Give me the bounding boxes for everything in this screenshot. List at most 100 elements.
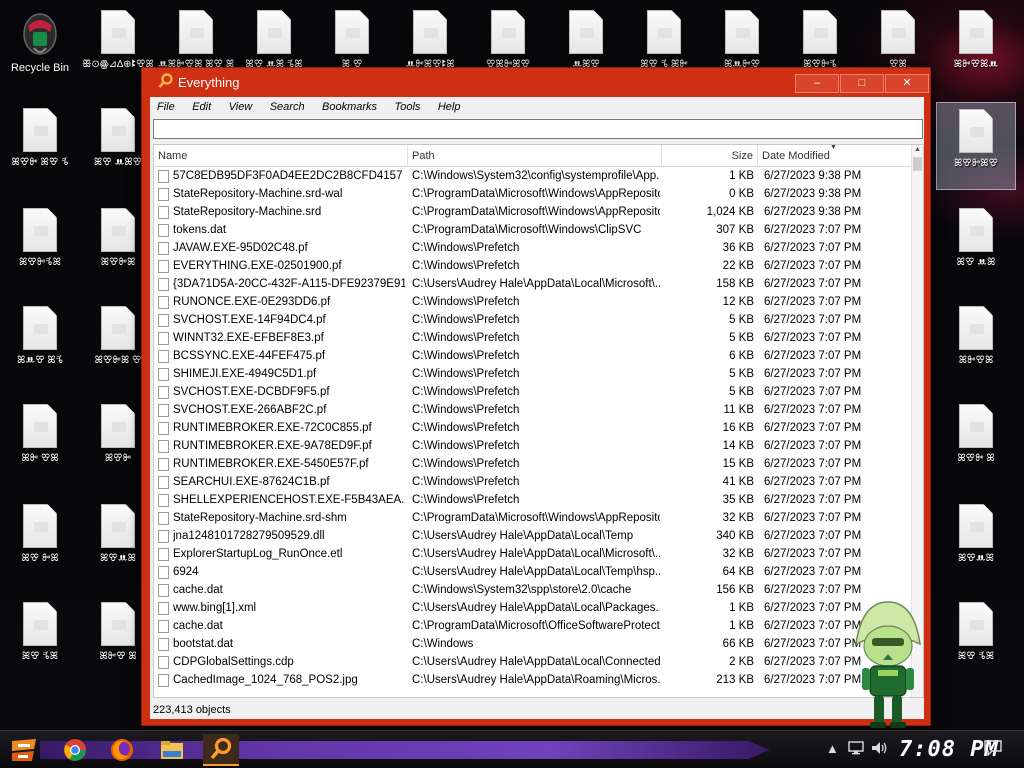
- table-row[interactable]: 57C8EDB95DF3F0AD4EE2DC2B8CFD4157 C:\Windo…: [154, 168, 912, 186]
- taskbar-file-explorer[interactable]: [154, 734, 190, 766]
- file-icon: [413, 10, 447, 54]
- menu-bookmarks[interactable]: Bookmarks: [315, 97, 383, 113]
- table-row[interactable]: RUNTIMEBROKER.EXE-5450E57F.pf C:\Windows\…: [154, 456, 912, 474]
- minimize-button[interactable]: –: [795, 74, 839, 93]
- row-name: RUNTIMEBROKER.EXE-72C0C855.pf: [173, 422, 372, 434]
- close-button[interactable]: ✕: [885, 74, 929, 93]
- table-row[interactable]: StateRepository-Machine.srd-wal C:\Progra…: [154, 186, 912, 204]
- file-icon: [101, 404, 135, 448]
- file-icon: [158, 548, 169, 561]
- table-row[interactable]: RUNTIMEBROKER.EXE-9A78ED9F.pf C:\Windows\…: [154, 438, 912, 456]
- network-icon[interactable]: [848, 741, 864, 758]
- table-row[interactable]: SEARCHUI.EXE-87624C1B.pf C:\Windows\Prefe…: [154, 474, 912, 492]
- table-row[interactable]: jna1248101728279509529.dll C:\Users\Audre…: [154, 528, 912, 546]
- row-name: SVCHOST.EXE-DCBDF9F5.pf: [173, 386, 330, 398]
- table-row[interactable]: BCSSYNC.EXE-44FEF475.pf C:\Windows\Prefet…: [154, 348, 912, 366]
- table-row[interactable]: RUNONCE.EXE-0E293DD6.pf C:\Windows\Prefet…: [154, 294, 912, 312]
- table-row[interactable]: cache.dat C:\ProgramData\Microsoft\Office…: [154, 618, 912, 636]
- menu-view[interactable]: View: [222, 97, 259, 113]
- desktop-icon-file[interactable]: ꕤꕢ ꕦꕤ: [0, 596, 80, 684]
- row-name: CachedImage_1024_768_POS2.jpg: [173, 674, 358, 686]
- row-name: {3DA71D5A-20CC-432F-A115-DFE92379E91F}..…: [173, 278, 405, 290]
- file-icon: [158, 458, 169, 471]
- table-row[interactable]: StateRepository-Machine.srd C:\ProgramDat…: [154, 204, 912, 222]
- taskbar-decoration: [40, 741, 770, 759]
- scrollbar-thumb[interactable]: [913, 157, 922, 171]
- table-row[interactable]: SHIMEJI.EXE-4949C5D1.pf C:\Windows\Prefet…: [154, 366, 912, 384]
- row-date-modified: 6/27/2023 7:07 PM: [764, 404, 862, 416]
- desktop-icon-file[interactable]: ꕤꔻꕢꕤꔚ: [936, 4, 1016, 92]
- file-icon: [101, 208, 135, 252]
- tray-chevron-up-icon[interactable]: ▲: [826, 741, 839, 756]
- desktop-icon-label: ꕤꔻꕢꕤꔚ: [953, 59, 999, 70]
- column-header-size[interactable]: Size: [662, 145, 758, 167]
- table-row[interactable]: 6924 C:\Users\Audrey Hale\AppData\Local\T…: [154, 564, 912, 582]
- row-date-modified: 6/27/2023 7:07 PM: [764, 260, 862, 272]
- desktop-icon-file[interactable]: ꕤꔻ ꕢꕤ: [0, 398, 80, 486]
- table-row[interactable]: bootstat.dat C:\Windows 66 KB 6/27/2023 7:0…: [154, 636, 912, 654]
- taskbar-chrome[interactable]: [57, 734, 93, 766]
- menu-edit[interactable]: Edit: [185, 97, 217, 113]
- table-row[interactable]: SVCHOST.EXE-266ABF2C.pf C:\Windows\Prefet…: [154, 402, 912, 420]
- menu-help[interactable]: Help: [431, 97, 467, 113]
- table-row[interactable]: SVCHOST.EXE-14F94DC4.pf C:\Windows\Prefet…: [154, 312, 912, 330]
- notifications-icon[interactable]: [984, 740, 1002, 759]
- title-bar[interactable]: Everything – □ ✕: [142, 68, 930, 96]
- row-path: C:\Windows\Prefetch: [412, 422, 520, 434]
- desktop-icon-file[interactable]: ꕤꔻꕢꕤ: [936, 300, 1016, 388]
- maximize-button[interactable]: □: [840, 74, 884, 93]
- row-path: C:\Windows\Prefetch: [412, 260, 520, 272]
- table-row[interactable]: EVERYTHING.EXE-02501900.pf C:\Windows\Pre…: [154, 258, 912, 276]
- volume-icon[interactable]: [871, 741, 889, 758]
- row-size: 64 KB: [722, 566, 754, 578]
- file-icon: [158, 422, 169, 435]
- desktop-icon-file-selected[interactable]: ꕤꕢꔻꕤꕢ: [936, 102, 1016, 190]
- desktop-icon-file[interactable]: ꕤꕢꔻ ꕤꕢ ꕦ: [0, 102, 80, 190]
- desktop-icon-file[interactable]: ꕤꕢꔚꕤ: [936, 498, 1016, 586]
- table-row[interactable]: WINNT32.EXE-EFBEF8E3.pf C:\Windows\Prefet…: [154, 330, 912, 348]
- desktop-icon-file[interactable]: ꕤꕢꔻꕦꕤ: [0, 202, 80, 290]
- file-icon: [959, 504, 993, 548]
- table-row[interactable]: SVCHOST.EXE-DCBDF9F5.pf C:\Windows\Prefet…: [154, 384, 912, 402]
- row-path: C:\ProgramData\Microsoft\Windows\AppRepo…: [412, 206, 660, 218]
- desktop-icon-file[interactable]: ꕤꕢ ꕦꕤ: [936, 596, 1016, 684]
- table-row[interactable]: ExplorerStartupLog_RunOnce.etl C:\Users\A…: [154, 546, 912, 564]
- desktop-mascot[interactable]: [848, 596, 928, 730]
- table-row[interactable]: {3DA71D5A-20CC-432F-A115-DFE92379E91F}..…: [154, 276, 912, 294]
- start-button[interactable]: [6, 734, 42, 766]
- menu-file[interactable]: File: [150, 97, 181, 113]
- row-name: JAVAW.EXE-95D02C48.pf: [173, 242, 308, 254]
- desktop-icon-file[interactable]: ꕤꕢ ꔚꕤ: [936, 202, 1016, 290]
- file-icon: [158, 296, 169, 309]
- table-row[interactable]: www.bing[1].xml C:\Users\Audrey Hale\AppD…: [154, 600, 912, 618]
- table-row[interactable]: cache.dat C:\Windows\System32\spp\store\2…: [154, 582, 912, 600]
- file-icon: [101, 504, 135, 548]
- desktop-icon-file[interactable]: ꕤꔚꕢ ꕤꕦ: [0, 300, 80, 388]
- desktop-icon-label: Recycle Bin: [10, 63, 70, 74]
- scroll-up-icon[interactable]: ▲: [914, 146, 921, 153]
- file-icon: [23, 108, 57, 152]
- taskbar-everything[interactable]: [203, 734, 239, 766]
- table-row[interactable]: CDPGlobalSettings.cdp C:\Users\Audrey Hal…: [154, 654, 912, 672]
- table-row[interactable]: CachedImage_1024_768_POS2.jpg C:\Users\Au…: [154, 672, 912, 690]
- row-path: C:\Users\Audrey Hale\AppData\Roaming\Mic…: [412, 674, 660, 686]
- column-header-path[interactable]: Path: [408, 145, 662, 167]
- row-name: tokens.dat: [173, 224, 227, 236]
- file-icon: [101, 108, 135, 152]
- table-row[interactable]: StateRepository-Machine.srd-shm C:\Progra…: [154, 510, 912, 528]
- row-path: C:\Windows\Prefetch: [412, 242, 520, 254]
- menu-tools[interactable]: Tools: [388, 97, 427, 113]
- taskbar-firefox[interactable]: [104, 734, 140, 766]
- desktop-icon-recycle-bin[interactable]: Recycle Bin: [0, 6, 80, 94]
- table-row[interactable]: tokens.dat C:\ProgramData\Microsoft\Windo…: [154, 222, 912, 240]
- desktop-icon-file[interactable]: ꕤꕢ ꔻꕤ: [0, 498, 80, 586]
- menu-search[interactable]: Search: [263, 97, 311, 113]
- row-path: C:\Users\Audrey Hale\AppData\Local\Temp: [412, 530, 634, 542]
- desktop-icon-file[interactable]: ꕤꕢꔻ ꕤ: [936, 398, 1016, 486]
- table-row[interactable]: RUNTIMEBROKER.EXE-72C0C855.pf C:\Windows\…: [154, 420, 912, 438]
- table-row[interactable]: SHELLEXPERIENCEHOST.EXE-F5B43AEA.pf C:\Wi…: [154, 492, 912, 510]
- row-date-modified: 6/27/2023 7:07 PM: [764, 548, 862, 560]
- column-header-name[interactable]: Name: [154, 145, 408, 167]
- search-input[interactable]: [153, 119, 923, 139]
- table-row[interactable]: JAVAW.EXE-95D02C48.pf C:\Windows\Prefetch…: [154, 240, 912, 258]
